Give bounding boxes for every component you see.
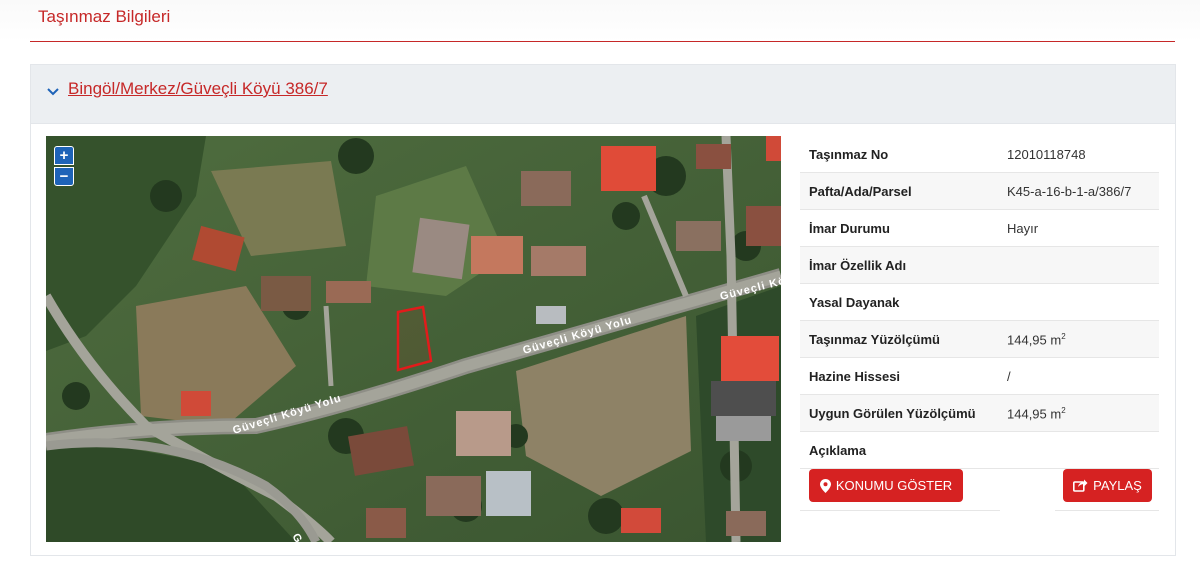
info-row-yuzolcumu: Taşınmaz Yüzölçümü 144,95 m2 xyxy=(800,321,1159,358)
info-row-pafta: Pafta/Ada/Parsel K45-a-16-b-1-a/386/7 xyxy=(800,173,1159,210)
zoom-in-button[interactable]: + xyxy=(54,146,74,165)
info-row-tasinmaz-no: Taşınmaz No 12010118748 xyxy=(800,136,1159,173)
info-label: Taşınmaz No xyxy=(809,147,889,162)
satellite-map[interactable]: Güveçli Köyü Yolu Güveçli Köyü Yolu Güve… xyxy=(46,136,781,542)
info-value: / xyxy=(1007,369,1011,384)
page-header xyxy=(0,0,1200,42)
info-value: 144,95 m2 xyxy=(1007,406,1066,421)
info-row-uygun-yuzolcumu: Uygun Görülen Yüzölçümü 144,95 m2 xyxy=(800,395,1159,432)
button-divider xyxy=(800,510,1000,511)
header-divider xyxy=(30,41,1175,42)
property-title-link[interactable]: Bingöl/Merkez/Güveçli Köyü 386/7 xyxy=(68,79,328,99)
map-marker-icon xyxy=(819,478,831,493)
info-label: Yasal Dayanak xyxy=(809,295,900,310)
info-value: 144,95 m2 xyxy=(1007,332,1066,347)
show-location-button[interactable]: KONUMU GÖSTER xyxy=(809,469,963,502)
area-unit-exponent: 2 xyxy=(1061,406,1066,415)
area-unit-exponent: 2 xyxy=(1061,332,1066,341)
info-row-aciklama: Açıklama xyxy=(800,432,1159,469)
share-icon xyxy=(1073,479,1088,492)
property-info-table: Taşınmaz No 12010118748 Pafta/Ada/Parsel… xyxy=(800,136,1159,469)
info-row-yasal-dayanak: Yasal Dayanak xyxy=(800,284,1159,321)
info-row-imar-durumu: İmar Durumu Hayır xyxy=(800,210,1159,247)
map-imagery[interactable]: Güveçli Köyü Yolu Güveçli Köyü Yolu Güve… xyxy=(46,136,781,542)
info-label: Taşınmaz Yüzölçümü xyxy=(809,332,940,347)
page-title: Taşınmaz Bilgileri xyxy=(38,7,171,26)
info-row-imar-ozellik: İmar Özellik Adı xyxy=(800,247,1159,284)
info-value: Hayır xyxy=(1007,221,1039,236)
button-divider xyxy=(1055,510,1159,511)
info-label: Hazine Hissesi xyxy=(809,369,901,384)
zoom-out-button[interactable]: − xyxy=(54,167,74,186)
area-value: 144,95 m xyxy=(1007,406,1062,422)
info-label: Açıklama xyxy=(809,443,867,458)
info-label: Pafta/Ada/Parsel xyxy=(809,184,912,199)
share-button[interactable]: PAYLAŞ xyxy=(1063,469,1152,502)
info-label: Uygun Görülen Yüzölçümü xyxy=(809,406,976,421)
panel-header[interactable]: Bingöl/Merkez/Güveçli Köyü 386/7 xyxy=(31,65,1175,124)
info-label: İmar Durumu xyxy=(809,221,890,236)
show-location-label: KONUMU GÖSTER xyxy=(835,478,953,493)
info-value: K45-a-16-b-1-a/386/7 xyxy=(1007,184,1132,199)
chevron-down-icon[interactable] xyxy=(46,85,60,99)
area-value: 144,95 m xyxy=(1007,332,1062,348)
info-label: İmar Özellik Adı xyxy=(809,258,907,273)
info-row-hazine-hissesi: Hazine Hissesi / xyxy=(800,358,1159,395)
info-value: 12010118748 xyxy=(1007,147,1086,162)
share-label: PAYLAŞ xyxy=(1093,478,1142,493)
